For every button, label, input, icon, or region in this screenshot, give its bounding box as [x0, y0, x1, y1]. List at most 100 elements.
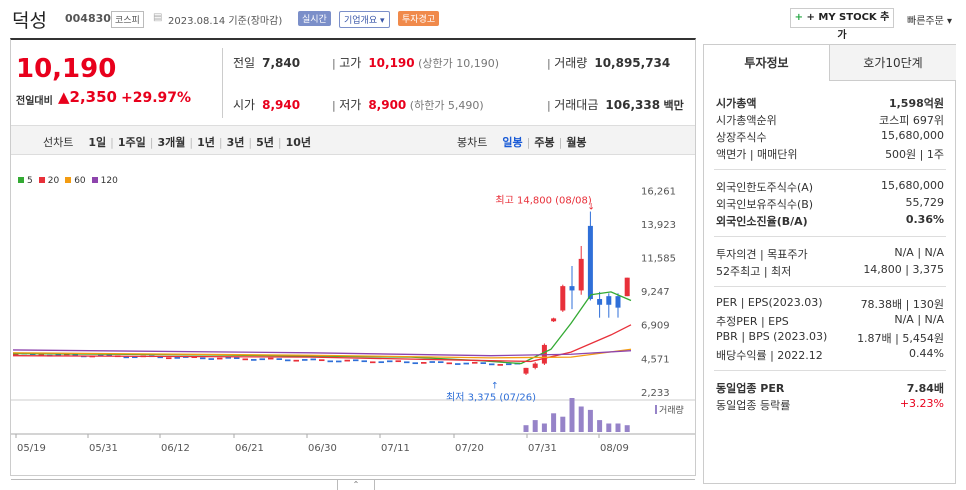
min-price-label: 최저 3,375 (07/26): [446, 391, 536, 403]
period-2[interactable]: 3개월: [158, 136, 186, 149]
candle-chart-label: 봉차트: [457, 136, 488, 149]
volume-bar: [624, 425, 630, 432]
candle: [166, 357, 172, 360]
info-row: PER | EPS(2023.03) 78.38배 | 130원: [716, 296, 944, 312]
volume-bar: [597, 420, 603, 432]
period-3[interactable]: 1년: [197, 136, 215, 149]
down-arrow-icon: ↓: [587, 203, 595, 213]
candle: [395, 360, 401, 363]
info-row: 배당수익률 | 2022.12 0.44%: [716, 347, 944, 363]
high-price: | 고가 10,190 (상한가 10,190): [332, 56, 500, 70]
y-tick-label: 4,571: [641, 354, 670, 365]
candle: [268, 357, 274, 360]
info-row: 외국인한도주식수(A) 15,680,000: [716, 179, 944, 195]
candle: [259, 358, 265, 361]
divider: [222, 48, 223, 118]
candle: [174, 357, 180, 359]
stock-header: 덕성 004830 코스피 ▤ 2023.08.14 기준(장마감) 실시간 기…: [0, 0, 966, 41]
volume-bar: [615, 423, 621, 432]
candle: [497, 364, 503, 366]
company-overview-button[interactable]: 기업개요 ▾: [339, 11, 390, 28]
info-row: 투자의견 | 목표주가 N/A | N/A: [716, 246, 944, 262]
y-tick-label: 11,585: [641, 254, 676, 265]
open-price: 시가 8,940: [233, 98, 301, 112]
candle: [438, 361, 444, 364]
quick-order-button[interactable]: 빠른주문 ▾: [907, 12, 952, 27]
volume-bar: [606, 423, 612, 432]
realtime-button[interactable]: 실시간: [298, 11, 331, 26]
info-row: 동일업종 등락률 +3.23%: [716, 397, 944, 413]
volume-bar: [578, 406, 584, 432]
investment-info-panel: 투자정보 호가10단계 시가총액 1,598억원 시가총액순위 코스피 697위 상장주…: [703, 44, 956, 484]
candle-body: [532, 363, 538, 368]
period-5[interactable]: 5년: [256, 136, 274, 149]
period-1[interactable]: 1주일: [118, 136, 146, 149]
period-4[interactable]: 3년: [227, 136, 245, 149]
volume-bar: [587, 409, 593, 432]
candle: [421, 362, 427, 364]
candle-body: [569, 286, 575, 291]
volume-bar: [523, 425, 529, 432]
x-tick-label: 06/12: [161, 443, 190, 454]
info-key: 액면가 | 매매단위: [716, 148, 798, 161]
candle: [404, 361, 410, 364]
period-0[interactable]: 1일: [88, 136, 106, 149]
info-key: PER | EPS(2023.03): [716, 296, 823, 309]
collapse-toggle-button[interactable]: ⌃: [337, 479, 375, 490]
info-row: 상장주식수 15,680,000: [716, 129, 944, 145]
info-row: 외국인소진율(B/A) 0.36%: [716, 213, 944, 229]
volume-bar: [569, 398, 575, 432]
period-6[interactable]: 10년: [286, 136, 311, 149]
price-chart[interactable]: 16,261 13,923 11,585 9,247 6,909 4,571 2,233 최고…: [11, 160, 695, 460]
candle-body: [551, 318, 557, 322]
x-tick-label: 06/30: [308, 443, 337, 454]
candle-body: [560, 286, 566, 311]
candle: [489, 363, 495, 366]
candle: [285, 359, 291, 362]
warning-badge: 투자경고: [398, 11, 440, 26]
low-price: | 저가 8,900 (하한가 5,490): [332, 98, 484, 112]
current-price: 10,190: [16, 54, 117, 84]
info-value: 0.44%: [909, 347, 944, 360]
info-key: PBR | BPS (2023.03): [716, 330, 828, 343]
tab-investment-info[interactable]: 투자정보: [704, 45, 829, 81]
candle-body: [587, 225, 593, 300]
info-value: N/A | N/A: [894, 313, 944, 326]
candle: [412, 362, 418, 365]
y-tick-label: 13,923: [641, 220, 676, 231]
info-key: 배당수익률 | 2022.12: [716, 349, 823, 362]
info-value: N/A | N/A: [894, 246, 944, 259]
my-stock-add-button[interactable]: + + MY STOCK 추가: [790, 8, 894, 41]
info-key: 시가총액순위: [716, 114, 777, 127]
section-divider: [714, 370, 946, 371]
candle: [370, 361, 376, 364]
trade-amount: | 거래대금 106,338 백만: [547, 98, 684, 112]
info-row: 추정PER | EPS N/A | N/A: [716, 313, 944, 329]
line-chart-periods: 선차트 1일 | 1주일 | 3개월 | 1년 | 3년 | 5년 | 10년: [43, 136, 312, 149]
info-value: 15,680,000: [881, 179, 944, 192]
info-value: 500원 | 1주: [885, 148, 944, 161]
x-tick-label: 08/09: [600, 443, 629, 454]
period-bar: 선차트 1일 | 1주일 | 3개월 | 1년 | 3년 | 5년 | 10년 봉차트 일봉 | 주봉 | 월봉: [11, 125, 695, 155]
x-tick-label: 07/20: [455, 443, 484, 454]
candle: [327, 360, 333, 363]
info-value: 1,598억원: [888, 97, 944, 110]
info-row: 외국인보유주식수(B) 55,729: [716, 196, 944, 212]
candle: [217, 357, 223, 360]
date-text: 2023.08.14 기준(장마감): [168, 16, 283, 27]
section-divider: [714, 236, 946, 237]
candle: [293, 359, 299, 362]
candle: [200, 357, 206, 360]
tab-orderbook[interactable]: 호가10단계: [829, 45, 956, 81]
section-divider: [714, 286, 946, 287]
info-key: 외국인소진율(B/A): [716, 215, 808, 228]
candle-period-2[interactable]: 월봉: [566, 136, 586, 149]
candle-period-0[interactable]: 일봉: [502, 136, 522, 149]
info-key: 외국인한도주식수(A): [716, 181, 814, 194]
info-row: 시가총액 1,598억원: [716, 95, 944, 111]
candle-period-1[interactable]: 주봉: [534, 136, 554, 149]
candle: [208, 358, 214, 360]
info-row: 액면가 | 매매단위 500원 | 1주: [716, 146, 944, 162]
candle: [234, 357, 240, 360]
info-key: 동일업종 등락률: [716, 399, 791, 412]
